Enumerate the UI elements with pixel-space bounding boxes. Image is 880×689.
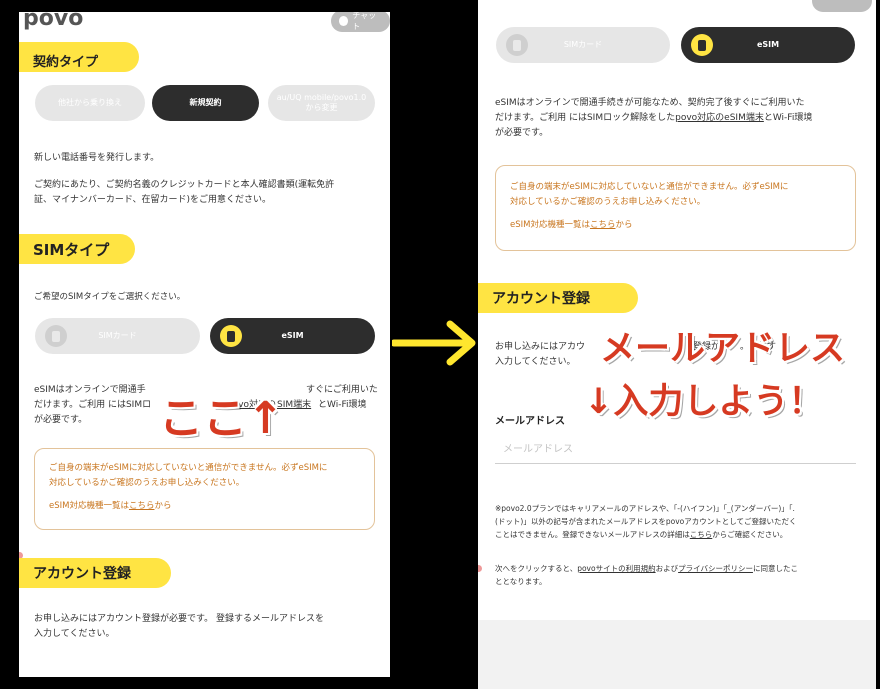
fine-print-3: ことはできません。登録できないメールアドレスの詳細はこちらからご確認ください。 bbox=[495, 528, 787, 541]
sim-card-icon bbox=[506, 34, 528, 56]
esim-desc-line1b: すぐにご利用いた bbox=[306, 385, 378, 395]
footer-strip bbox=[478, 620, 876, 689]
section-heading-sim-type: SIMタイプ bbox=[19, 234, 135, 264]
terms-post: に同意したこ bbox=[752, 564, 798, 573]
fine-print-3-pre: ことはできません。登録できないメールアドレスの詳細は bbox=[495, 530, 690, 539]
sim-option-card-label: SIMカード bbox=[563, 40, 603, 50]
notice-line-2: 対応しているかご確認のうえお申し込みください。 bbox=[49, 478, 245, 488]
notice-link-post: から bbox=[615, 220, 633, 230]
chat-button[interactable]: チャット bbox=[331, 12, 390, 32]
left-screenshot: povo チャット 契約タイプ 他社から乗り換え 新規契約 au/UQ mobi… bbox=[19, 12, 390, 677]
contract-note-1: 新しい電話番号を発行します。 bbox=[34, 153, 160, 163]
contract-option-change[interactable]: au/UQ mobile/povo1.0から変更 bbox=[268, 85, 375, 121]
transition-arrow bbox=[392, 320, 476, 366]
notice-link-pre: eSIM対応機種一覧は bbox=[510, 220, 590, 230]
esim-desc-line3: が必要です。 bbox=[34, 415, 88, 425]
contract-option-new[interactable]: 新規契約 bbox=[152, 85, 259, 121]
esim-compat-notice: ご自身の端末がeSIMに対応していないと通信ができません。必ずeSIMに 対応し… bbox=[34, 448, 375, 530]
terms-of-use-link[interactable]: povoサイトの利用規約 bbox=[577, 564, 655, 573]
annotation-enter: ↓入力しよう！ bbox=[584, 382, 824, 422]
esim-desc-line1a: eSIMはオンラインで開通手 bbox=[34, 385, 146, 395]
contract-note-2b: 証、マイナンバーカード、在留カード)をご用意ください。 bbox=[34, 195, 271, 205]
sim-option-esim[interactable]: eSIM bbox=[210, 318, 375, 354]
notice-link-post: から bbox=[154, 501, 172, 511]
terms-mid: および bbox=[655, 564, 679, 573]
esim-device-list-link[interactable]: こちら bbox=[129, 501, 155, 511]
section-heading-contract-type: 契約タイプ bbox=[19, 42, 139, 72]
fine-print-3-post: からご確認ください。 bbox=[712, 530, 788, 539]
email-label: メールアドレス bbox=[495, 416, 565, 427]
chat-label: チャット bbox=[352, 12, 377, 31]
terms-pre: 次へをクリックすると、 bbox=[495, 564, 578, 573]
sim-option-card-label: SIMカード bbox=[98, 331, 137, 341]
fine-print-1: ※povo2.0プランではキャリアメールのアドレスや、「-(ハイフン)」「_(ア… bbox=[495, 504, 795, 513]
sim-option-esim[interactable]: eSIM bbox=[681, 27, 855, 63]
esim-desc-line2-post: とWi-Fi環境 bbox=[763, 113, 813, 123]
chat-icon bbox=[339, 16, 349, 26]
notice-line-1: ご自身の端末がeSIMに対応していないと通信ができません。必ずeSIMに bbox=[510, 182, 789, 192]
esim-desc-line2a: だけます。ご利用 にはSIMロ bbox=[34, 400, 152, 410]
povo-logo: povo bbox=[23, 12, 84, 31]
esim-desc-line2d: とWi-Fi環境 bbox=[318, 400, 367, 410]
email-rules-link[interactable]: こちら bbox=[690, 530, 713, 539]
esim-desc-line2-pre: だけます。ご利用 にはSIMロック解除をした bbox=[495, 113, 676, 123]
esim-desc-line1: eSIMはオンラインで開通手続きが可能なため、契約完了後すぐにご利用いた bbox=[495, 98, 805, 108]
email-input[interactable] bbox=[495, 436, 856, 464]
account-desc-2: 入力してください。 bbox=[34, 629, 115, 639]
contract-note-2a: ご契約にあたり、ご契約名義のクレジットカードと本人確認書類(運転免許 bbox=[34, 180, 335, 190]
contract-option-transfer[interactable]: 他社から乗り換え bbox=[35, 85, 145, 121]
scroll-marker bbox=[478, 565, 482, 572]
esim-device-list-link[interactable]: こちら bbox=[590, 220, 616, 230]
esim-device-link[interactable]: povo対応のeSIM端末 bbox=[675, 113, 764, 123]
sim-option-card[interactable]: SIMカード bbox=[35, 318, 200, 354]
notice-line-2: 対応しているかご確認のうえお申し込みください。 bbox=[510, 197, 706, 207]
esim-icon bbox=[691, 34, 713, 56]
esim-desc-line3: が必要です。 bbox=[495, 128, 549, 138]
account-desc-2: 入力してください。 bbox=[495, 357, 576, 367]
notice-line-1: ご自身の端末がeSIMに対応していないと通信ができません。必ずeSIMに bbox=[49, 463, 328, 473]
account-desc-1a: お申し込みにはアカウ bbox=[495, 342, 586, 352]
sim-option-esim-label: eSIM bbox=[756, 40, 780, 50]
terms-line-1: 次へをクリックすると、povoサイトの利用規約およびプライバシーポリシーに同意し… bbox=[495, 562, 798, 575]
chat-button-top[interactable] bbox=[812, 0, 872, 12]
annotation-email: メールアドレス bbox=[600, 329, 846, 369]
esim-desc-line2: だけます。ご利用 にはSIMロック解除をしたpovo対応のeSIM端末とWi-F… bbox=[495, 111, 812, 126]
sim-card-icon bbox=[45, 325, 67, 347]
notice-link-pre: eSIM対応機種一覧は bbox=[49, 501, 129, 511]
annotation-here: ここ↑ bbox=[159, 393, 284, 444]
sim-option-esim-label: eSIM bbox=[281, 331, 304, 341]
sim-option-card[interactable]: SIMカード bbox=[496, 27, 670, 63]
account-desc-1: お申し込みにはアカウント登録が必要です。 登録するメールアドレスを bbox=[34, 614, 324, 624]
section-heading-account: アカウント登録 bbox=[19, 558, 171, 588]
esim-compat-notice: ご自身の端末がeSIMに対応していないと通信ができません。必ずeSIMに 対応し… bbox=[495, 165, 856, 251]
section-heading-account: アカウント登録 bbox=[478, 283, 638, 313]
terms-line-2: ととなります。 bbox=[495, 577, 547, 586]
right-screenshot: SIMカード eSIM eSIMはオンラインで開通手続きが可能なため、契約完了後… bbox=[478, 0, 876, 689]
esim-icon bbox=[220, 325, 242, 347]
sim-prompt: ご希望のSIMタイプをご選択ください。 bbox=[34, 292, 186, 302]
fine-print-2: (ドット)」以外の記号が含まれたメールアドレスをpovoアカウントとしてご登録い… bbox=[495, 517, 797, 526]
privacy-policy-link[interactable]: プライバシーポリシー bbox=[678, 564, 753, 573]
